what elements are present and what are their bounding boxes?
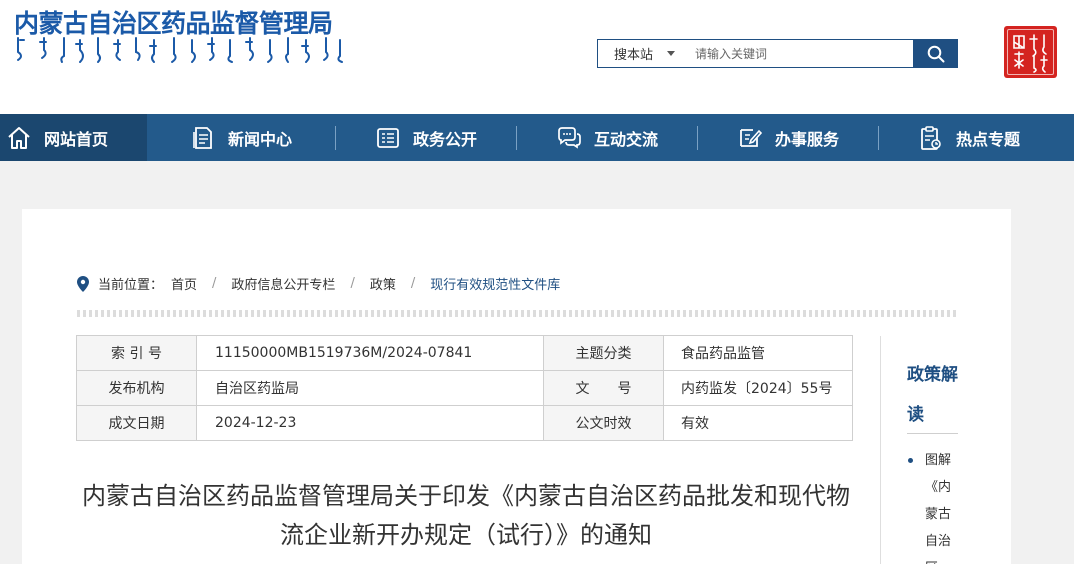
- nav-item-home[interactable]: 网站首页: [0, 114, 147, 161]
- nav-label: 办事服务: [774, 129, 839, 149]
- document-icon: [190, 125, 216, 151]
- edit-icon: [737, 125, 763, 151]
- breadcrumb-gov-info[interactable]: 政府信息公开专栏: [231, 274, 335, 293]
- meta-value-validity: 有效: [663, 405, 853, 441]
- seal-logo: [1004, 26, 1057, 78]
- sidebar-heading: 政策解读: [907, 365, 958, 425]
- nav-label: 政务公开: [412, 129, 477, 149]
- nav-label: 互动交流: [593, 129, 658, 149]
- nav-label: 网站首页: [44, 129, 109, 149]
- site-title[interactable]: 内蒙古自治区药品监督管理局: [14, 4, 333, 40]
- home-icon: [6, 125, 32, 151]
- table-row: 发布机构 自治区药监局 文 号 内药监发〔2024〕55号: [76, 370, 853, 406]
- nav-item-services[interactable]: 办事服务: [698, 114, 878, 161]
- meta-key-index: 索 引 号: [76, 335, 197, 371]
- nav-item-government-affairs[interactable]: 政务公开: [336, 114, 516, 161]
- nav-item-hot-topics[interactable]: 热点专题: [879, 114, 1059, 161]
- location-pin-icon: [77, 275, 89, 292]
- main-nav: 网站首页 新闻中心 政务公开 互动交流 办事服务 热点专题: [0, 114, 1074, 161]
- caret-down-icon: [667, 51, 676, 56]
- breadcrumb-separator: /: [350, 276, 355, 291]
- search-button[interactable]: [913, 39, 958, 68]
- document-meta-table: 索 引 号 11150000MB1519736M/2024-07841 主题分类…: [76, 335, 853, 441]
- breadcrumb-current[interactable]: 现行有效规范性文件库: [430, 274, 560, 293]
- search-bar: 搜本站: [597, 39, 958, 68]
- breadcrumb-separator: /: [410, 276, 416, 291]
- sidebar-link-label: 图解《内蒙古自治区: [925, 453, 952, 564]
- meta-key-category: 主题分类: [543, 335, 664, 371]
- table-row: 成文日期 2024-12-23 公文时效 有效: [76, 405, 853, 441]
- site-header: 内蒙古自治区药品监督管理局 搜本站: [0, 0, 1074, 114]
- meta-key-publisher: 发布机构: [76, 370, 197, 406]
- nav-label: 新闻中心: [227, 129, 292, 149]
- breadcrumb-prefix: 当前位置：: [98, 278, 164, 293]
- nav-item-news[interactable]: 新闻中心: [147, 114, 335, 161]
- mongolian-title-logo: [17, 37, 343, 63]
- seal-glyphs: [1013, 34, 1048, 73]
- nav-label: 热点专题: [955, 129, 1020, 149]
- meta-key-validity: 公文时效: [543, 405, 664, 441]
- search-scope-dropdown[interactable]: 搜本站: [598, 40, 683, 67]
- search-input[interactable]: [683, 40, 913, 67]
- breadcrumb-policy[interactable]: 政策: [370, 274, 396, 293]
- article-title: 内蒙古自治区药品监督管理局关于印发《内蒙古自治区药品批发和现代物流企业新开办规定…: [82, 482, 850, 549]
- dotted-divider: [77, 310, 958, 317]
- meta-value-date: 2024-12-23: [196, 405, 544, 441]
- nav-item-interaction[interactable]: 互动交流: [517, 114, 697, 161]
- meta-value-publisher: 自治区药监局: [196, 370, 544, 406]
- clipboard-icon: [918, 125, 944, 151]
- search-icon: [927, 45, 944, 62]
- meta-value-index: 11150000MB1519736M/2024-07841: [196, 335, 544, 371]
- meta-value-category: 食品药品监管: [663, 335, 853, 371]
- table-row: 索 引 号 11150000MB1519736M/2024-07841 主题分类…: [76, 335, 853, 371]
- meta-value-doc-number: 内药监发〔2024〕55号: [663, 370, 853, 406]
- bullet-icon: [908, 458, 913, 463]
- sidebar-rule: [907, 433, 958, 434]
- search-scope-label: 搜本站: [614, 48, 654, 63]
- meta-key-date: 成文日期: [76, 405, 197, 441]
- meta-key-doc-number: 文 号: [543, 370, 664, 406]
- breadcrumb-separator: /: [212, 276, 217, 291]
- breadcrumb: 当前位置： 首页 / 政府信息公开专栏 / 政策 / 现行有效规范性文件库: [77, 274, 560, 293]
- chat-icon: [556, 125, 582, 151]
- sidebar-divider: [880, 336, 881, 564]
- breadcrumb-home[interactable]: 首页: [171, 274, 197, 293]
- list-icon: [375, 125, 401, 151]
- seal-border: [1007, 29, 1054, 75]
